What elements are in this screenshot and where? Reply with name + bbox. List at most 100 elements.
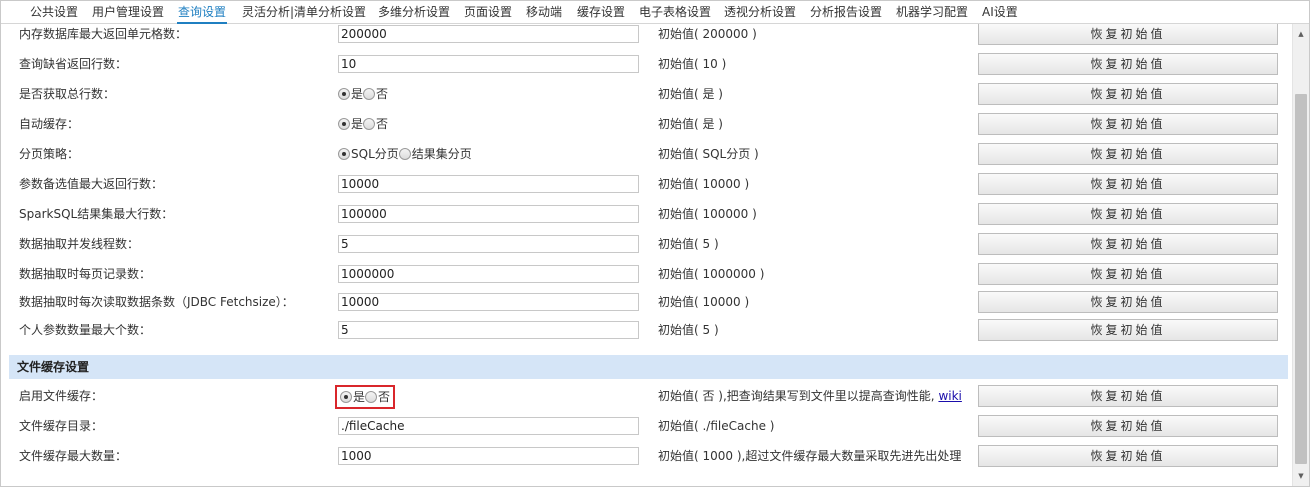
setting-label: 启用文件缓存：: [19, 389, 104, 403]
default-value-text: 初始值( 200000 ): [658, 27, 757, 41]
restore-default-button[interactable]: 恢复初始值: [978, 415, 1278, 437]
setting-label: 分页策略：: [19, 147, 80, 161]
setting-label: 是否获取总行数：: [19, 87, 116, 101]
tab-flexible-analysis[interactable]: 灵活分析|清单分析设置: [241, 1, 367, 24]
scroll-down-arrow-icon[interactable]: ▼: [1293, 468, 1309, 484]
setting-row: 内存数据库最大返回单元格数： 初始值( 200000 ) 恢复初始值: [1, 24, 1292, 49]
setting-label: 查询缺省返回行数：: [19, 57, 128, 71]
file-cache-dir-input[interactable]: [338, 417, 639, 435]
tab-user-management[interactable]: 用户管理设置: [91, 1, 165, 24]
restore-default-button[interactable]: 恢复初始值: [978, 113, 1278, 135]
radio-label: 是: [353, 390, 366, 404]
default-value-text: 初始值( 100000 ): [658, 207, 757, 221]
vertical-scrollbar[interactable]: ▲ ▼: [1292, 24, 1309, 486]
radio-no[interactable]: 否: [365, 386, 390, 408]
setting-row: 个人参数数量最大个数： 初始值( 5 ) 恢复初始值: [1, 315, 1292, 345]
file-cache-max-input[interactable]: [338, 447, 639, 465]
radio-sql-paging[interactable]: SQL分页: [338, 139, 399, 169]
extract-threads-input[interactable]: [338, 235, 639, 253]
default-rows-input[interactable]: [338, 55, 639, 73]
radio-yes[interactable]: 是: [338, 79, 363, 109]
setting-row: 是否获取总行数： 是 否 初始值( 是 ) 恢复初始值: [1, 79, 1292, 109]
restore-default-button[interactable]: 恢复初始值: [978, 24, 1278, 45]
default-value-text: 初始值( 是 ): [658, 87, 723, 101]
radio-yes[interactable]: 是: [340, 386, 365, 408]
tab-pivot-analysis[interactable]: 透视分析设置: [723, 1, 797, 24]
restore-default-button[interactable]: 恢复初始值: [978, 445, 1278, 467]
max-cells-input[interactable]: [338, 25, 639, 43]
tab-olap-analysis[interactable]: 多维分析设置: [377, 1, 451, 24]
radio-label: SQL分页: [351, 147, 399, 161]
setting-label: SparkSQL结果集最大行数：: [19, 207, 174, 221]
radio-label: 否: [376, 117, 389, 131]
radio-no[interactable]: 否: [363, 109, 388, 139]
restore-default-button[interactable]: 恢复初始值: [978, 53, 1278, 75]
tab-query-settings[interactable]: 查询设置: [177, 1, 228, 24]
setting-label: 参数备选值最大返回行数：: [19, 177, 164, 191]
setting-label: 自动缓存：: [19, 117, 80, 131]
enable-file-cache-radio-group: 是 否: [335, 385, 396, 409]
personal-params-max-input[interactable]: [338, 321, 639, 339]
restore-default-button[interactable]: 恢复初始值: [978, 263, 1278, 285]
param-candidate-rows-input[interactable]: [338, 175, 639, 193]
setting-label: 数据抽取并发线程数：: [19, 237, 140, 251]
default-value-text: 初始值( 否 ),把查询结果写到文件里以提高查询性能, wiki: [658, 381, 962, 411]
setting-row: 数据抽取并发线程数： 初始值( 5 ) 恢复初始值: [1, 229, 1292, 259]
setting-row: 启用文件缓存： 是 否 初始值( 否 ),把查询结果写到文件里以提高查询性能, …: [1, 381, 1292, 411]
default-value-text: 初始值( 5 ): [658, 237, 719, 251]
radio-no[interactable]: 否: [363, 79, 388, 109]
scrollbar-thumb[interactable]: [1295, 94, 1307, 464]
radio-unchecked-icon: [363, 88, 376, 100]
radio-label: 否: [378, 390, 391, 404]
setting-row: 自动缓存： 是 否 初始值( 是 ) 恢复初始值: [1, 109, 1292, 139]
radio-yes[interactable]: 是: [338, 109, 363, 139]
radio-resultset-paging[interactable]: 结果集分页: [398, 139, 472, 169]
extract-page-size-input[interactable]: [338, 265, 639, 283]
setting-label: 个人参数数量最大个数：: [19, 323, 152, 337]
auto-cache-radio-group: 是 否: [338, 109, 388, 139]
radio-checked-icon: [340, 391, 352, 403]
default-value-text: 初始值( 5 ): [658, 323, 719, 337]
default-text: 初始值( 否 ),把查询结果写到文件里以提高查询性能,: [658, 389, 935, 403]
restore-default-button[interactable]: 恢复初始值: [978, 173, 1278, 195]
setting-label: 文件缓存目录：: [19, 419, 104, 433]
setting-row: 数据抽取时每次读取数据条数（JDBC Fetchsize）： 初始值( 1000…: [1, 287, 1292, 317]
tab-analysis-report[interactable]: 分析报告设置: [809, 1, 883, 24]
paging-strategy-radio-group: SQL分页 结果集分页: [338, 139, 472, 169]
settings-tab-bar: 公共设置 用户管理设置 查询设置 灵活分析|清单分析设置 多维分析设置 页面设置…: [1, 1, 1309, 24]
default-value-text: 初始值( SQL分页 ): [658, 147, 759, 161]
tab-spreadsheet[interactable]: 电子表格设置: [638, 1, 712, 24]
restore-default-button[interactable]: 恢复初始值: [978, 319, 1278, 341]
radio-unchecked-icon: [398, 148, 411, 160]
radio-checked-icon: [338, 148, 350, 160]
section-header-file-cache: 文件缓存设置: [9, 355, 1288, 379]
tab-ai-settings[interactable]: AI设置: [981, 1, 1019, 24]
sparksql-max-rows-input[interactable]: [338, 205, 639, 223]
restore-default-button[interactable]: 恢复初始值: [978, 203, 1278, 225]
tab-public-settings[interactable]: 公共设置: [29, 1, 79, 24]
default-value-text: 初始值( 10000 ): [658, 295, 750, 309]
restore-default-button[interactable]: 恢复初始值: [978, 83, 1278, 105]
setting-label: 数据抽取时每页记录数：: [19, 267, 152, 281]
restore-default-button[interactable]: 恢复初始值: [978, 385, 1278, 407]
default-value-text: 初始值( ./fileCache ): [658, 419, 775, 433]
settings-content: 内存数据库最大返回单元格数： 初始值( 200000 ) 恢复初始值 查询缺省返…: [1, 24, 1292, 486]
tab-page-settings[interactable]: 页面设置: [463, 1, 513, 24]
wiki-link[interactable]: wiki: [938, 389, 961, 403]
restore-default-button[interactable]: 恢复初始值: [978, 233, 1278, 255]
setting-row: 参数备选值最大返回行数： 初始值( 10000 ) 恢复初始值: [1, 169, 1292, 199]
tab-machine-learning[interactable]: 机器学习配置: [895, 1, 969, 24]
radio-unchecked-icon: [365, 391, 378, 403]
tab-mobile[interactable]: 移动端: [525, 1, 563, 24]
setting-label: 内存数据库最大返回单元格数：: [19, 27, 188, 41]
radio-label: 结果集分页: [411, 147, 472, 161]
radio-label: 否: [376, 87, 389, 101]
default-value-text: 初始值( 1000000 ): [658, 267, 765, 281]
restore-default-button[interactable]: 恢复初始值: [978, 143, 1278, 165]
setting-row: SparkSQL结果集最大行数： 初始值( 100000 ) 恢复初始值: [1, 199, 1292, 229]
scroll-up-arrow-icon[interactable]: ▲: [1293, 26, 1309, 42]
tab-cache-settings[interactable]: 缓存设置: [576, 1, 626, 24]
jdbc-fetchsize-input[interactable]: [338, 293, 639, 311]
radio-checked-icon: [338, 88, 350, 100]
restore-default-button[interactable]: 恢复初始值: [978, 291, 1278, 313]
